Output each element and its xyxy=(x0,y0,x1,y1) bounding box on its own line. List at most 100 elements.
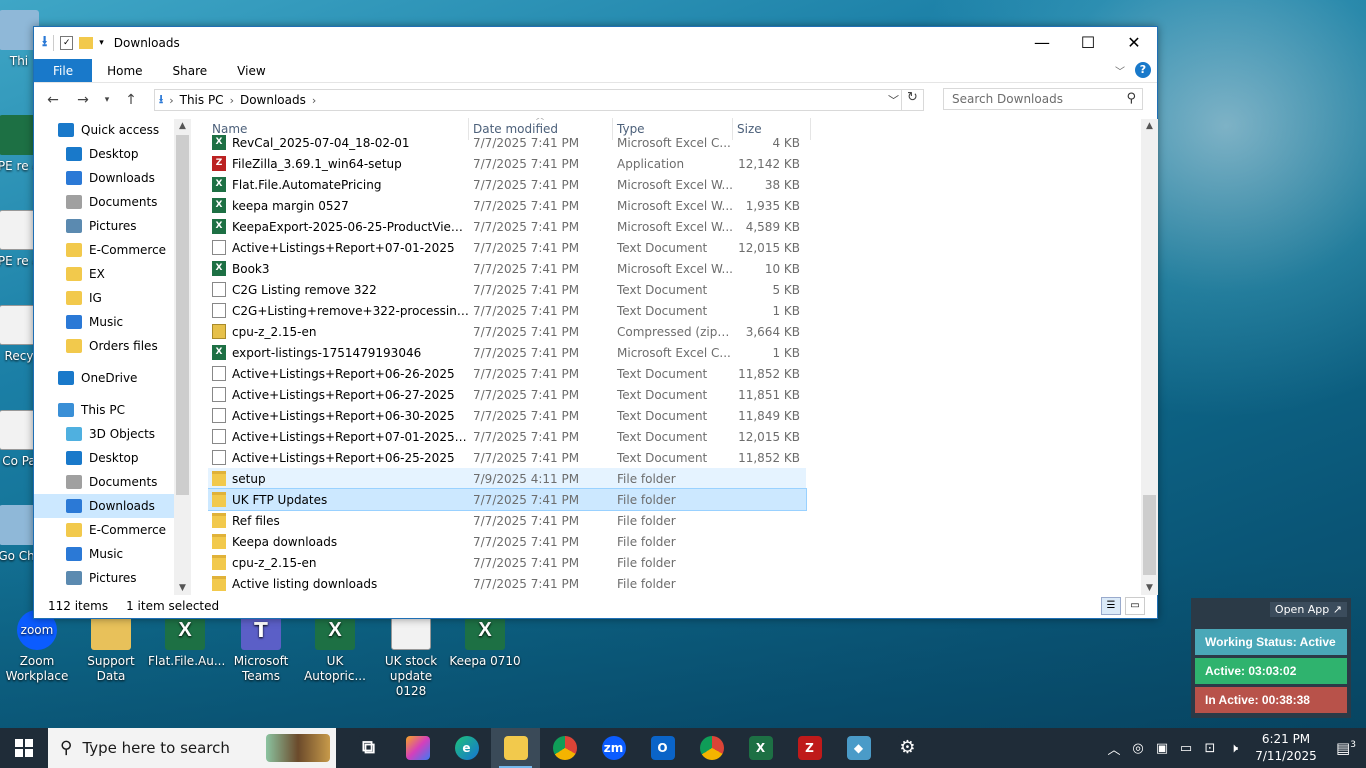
up-button[interactable]: ↑ xyxy=(118,92,144,108)
nav-item[interactable]: Documents xyxy=(34,470,189,494)
desktop-icon[interactable]: Support Data xyxy=(74,610,148,684)
file-row[interactable]: UK FTP Updates 7/7/2025 7:41 PM File folde… xyxy=(208,488,807,511)
nav-item[interactable]: Quick access xyxy=(34,118,189,142)
nav-item[interactable]: Downloads⚲ xyxy=(34,166,189,190)
network-icon[interactable]: ⊡ xyxy=(1198,741,1222,756)
taskbar-app[interactable] xyxy=(491,728,540,768)
scrollbar-thumb[interactable] xyxy=(176,135,189,495)
tab-home[interactable]: Home xyxy=(92,59,157,82)
file-row[interactable]: Active listing downloads 7/7/2025 7:41 PM… xyxy=(208,573,806,594)
taskbar-app[interactable] xyxy=(687,728,736,768)
nav-item[interactable]: Orders files xyxy=(34,334,189,358)
nav-item[interactable]: Desktop xyxy=(34,446,189,470)
tab-share[interactable]: Share xyxy=(158,59,223,82)
file-row[interactable]: X KeepaExport-2025-06-25-ProductViewer 7/7… xyxy=(208,216,806,237)
tab-file[interactable]: File xyxy=(34,59,93,82)
taskbar-app[interactable]: ◆ xyxy=(834,728,883,768)
nav-item[interactable]: This PC xyxy=(34,398,189,422)
scroll-up-icon[interactable]: ▲ xyxy=(174,121,191,131)
taskbar-app[interactable]: Z xyxy=(785,728,834,768)
nav-item[interactable]: Documents⚲ xyxy=(34,190,189,214)
taskbar-app[interactable]: e xyxy=(442,728,491,768)
taskbar-app[interactable]: ⧉ xyxy=(344,728,393,768)
taskbar-search[interactable]: ⚲ Type here to search xyxy=(48,728,336,768)
address-dropdown-icon[interactable]: ﹀ xyxy=(888,92,899,108)
search-input[interactable]: Search Downloads ⚲ xyxy=(943,88,1143,110)
battery-icon[interactable]: ▭ xyxy=(1174,741,1198,756)
file-row[interactable]: Active+Listings+Report+07-01-2025 7/7/202… xyxy=(208,237,806,258)
nav-item[interactable]: Pictures⚲ xyxy=(34,214,189,238)
file-row[interactable]: C2G Listing remove 322 7/7/2025 7:41 PM Te… xyxy=(208,279,806,300)
scroll-down-icon[interactable]: ▼ xyxy=(174,583,191,593)
file-row[interactable]: X Book3 7/7/2025 7:41 PM Microsoft Excel W.… xyxy=(208,258,806,279)
nav-item[interactable]: E-Commerce xyxy=(34,518,189,542)
start-button[interactable] xyxy=(0,728,48,768)
file-row[interactable]: setup 7/9/2025 4:11 PM File folder xyxy=(208,468,806,489)
recent-locations-button[interactable]: ▾ xyxy=(100,95,114,105)
breadcrumb-this-pc[interactable]: This PC xyxy=(180,93,224,107)
file-row[interactable]: C2G+Listing+remove+322-processing-s... 7/… xyxy=(208,300,806,321)
scroll-up-icon[interactable]: ▲ xyxy=(1141,121,1158,131)
help-icon[interactable]: ? xyxy=(1135,62,1151,78)
nav-item[interactable]: 3D Objects xyxy=(34,422,189,446)
file-row[interactable]: Active+Listings+Report+06-27-2025 7/7/202… xyxy=(208,384,806,405)
desktop-icon[interactable]: zoom Zoom Workplace xyxy=(0,610,74,684)
file-row[interactable]: X RevCal_2025-07-04_18-02-01 7/7/2025 7:41… xyxy=(208,132,806,153)
maximize-button[interactable]: ☐ xyxy=(1065,27,1111,57)
desktop-icon[interactable]: T Microsoft Teams xyxy=(224,610,298,684)
large-icons-view-button[interactable]: ▭ xyxy=(1125,597,1145,615)
back-button[interactable]: ← xyxy=(40,92,66,108)
file-row[interactable]: Active+Listings+Report+06-25-2025 7/7/202… xyxy=(208,447,806,468)
nav-item[interactable]: E-Commerce⚲ xyxy=(34,238,189,262)
scroll-down-icon[interactable]: ▼ xyxy=(1141,583,1158,593)
nav-item[interactable]: IG xyxy=(34,286,189,310)
file-row[interactable]: Active+Listings+Report+07-01-2025 (1) 7/7… xyxy=(208,426,806,447)
show-hidden-icons-icon[interactable]: ︿ xyxy=(1102,739,1126,758)
file-row[interactable]: cpu-z_2.15-en 7/7/2025 7:41 PM Compressed … xyxy=(208,321,806,342)
nav-item[interactable]: Music xyxy=(34,310,189,334)
taskbar-app[interactable] xyxy=(540,728,589,768)
tab-view[interactable]: View xyxy=(222,59,280,82)
address-bar[interactable]: ⭳ › This PC › Downloads › ﹀ ↻ xyxy=(154,89,924,111)
file-row[interactable]: X Flat.File.AutomatePricing 7/7/2025 7:41 … xyxy=(208,174,806,195)
minimize-button[interactable]: — xyxy=(1019,27,1065,57)
volume-muted-icon[interactable]: 🕨 xyxy=(1222,741,1246,756)
display-icon[interactable]: ▣ xyxy=(1150,741,1174,756)
file-row[interactable]: cpu-z_2.15-en 7/7/2025 7:41 PM File folder xyxy=(208,552,806,573)
file-row[interactable]: Xkeepa margin 0527 7/7/2025 7:41 PM Micros… xyxy=(208,195,806,216)
close-button[interactable]: ✕ xyxy=(1111,27,1157,57)
file-row[interactable]: Xexport-listings-1751479193046 7/7/2025 7… xyxy=(208,342,806,363)
meet-now-icon[interactable]: ◎ xyxy=(1126,741,1150,756)
nav-item[interactable]: Music xyxy=(34,542,189,566)
details-view-button[interactable]: ☰ xyxy=(1101,597,1121,615)
taskbar-app[interactable] xyxy=(393,728,442,768)
properties-icon[interactable]: ✓ xyxy=(60,36,74,50)
taskbar-app[interactable]: ⚙ xyxy=(883,728,932,768)
desktop-icon[interactable]: UK stock update 0128 xyxy=(374,610,448,699)
taskbar-app[interactable]: O xyxy=(638,728,687,768)
file-row[interactable]: Ref files 7/7/2025 7:41 PM File folder xyxy=(208,510,806,531)
forward-button[interactable]: → xyxy=(70,92,96,108)
file-row[interactable]: Keepa downloads 7/7/2025 7:41 PM File fold… xyxy=(208,531,806,552)
nav-item[interactable]: EX xyxy=(34,262,189,286)
taskbar-app[interactable]: X xyxy=(736,728,785,768)
file-row[interactable]: Z FileZilla_3.69.1_win64-setup 7/7/2025 7:… xyxy=(208,153,806,174)
expand-ribbon-icon[interactable]: ﹀ xyxy=(1115,63,1125,78)
new-folder-icon[interactable] xyxy=(79,37,94,49)
taskbar-app[interactable]: zm xyxy=(589,728,638,768)
nav-scrollbar[interactable]: ▲ ▼ xyxy=(174,119,191,595)
nav-item[interactable]: Desktop⚲ xyxy=(34,142,189,166)
refresh-icon[interactable]: ↻ xyxy=(901,90,923,110)
clock[interactable]: 6:21 PM 7/11/2025 xyxy=(1246,731,1326,765)
desktop-icon[interactable]: X UK Autopric... xyxy=(298,610,372,684)
breadcrumb-downloads[interactable]: Downloads xyxy=(240,93,306,107)
file-row[interactable]: Active+Listings+Report+06-26-2025 7/7/202… xyxy=(208,363,806,384)
nav-item[interactable]: OneDrive xyxy=(34,366,189,390)
notifications-button[interactable]: ▤3 xyxy=(1326,739,1366,757)
open-app-button[interactable]: Open App ↗ xyxy=(1269,602,1347,617)
nav-item[interactable]: Pictures xyxy=(34,566,189,590)
nav-item[interactable]: Downloads xyxy=(34,494,189,518)
file-row[interactable]: Active+Listings+Report+06-30-2025 7/7/202… xyxy=(208,405,806,426)
customize-toolbar-icon[interactable]: ▾ xyxy=(99,38,104,48)
scrollbar-thumb[interactable] xyxy=(1143,495,1156,575)
